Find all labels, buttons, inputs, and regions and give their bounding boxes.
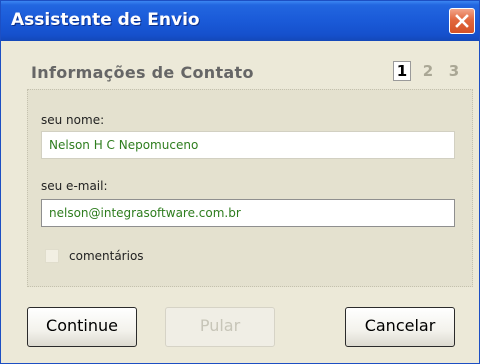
window-title: Assistente de Envio	[11, 10, 200, 30]
close-icon	[455, 14, 469, 28]
title-bar[interactable]: Assistente de Envio	[1, 1, 479, 41]
step-2-indicator: 2	[422, 62, 434, 80]
close-button[interactable]	[449, 8, 475, 34]
section-title: Informações de Contato	[31, 63, 254, 82]
name-label: seu nome:	[41, 113, 105, 127]
skip-button[interactable]: Pular	[165, 307, 275, 347]
comments-checkbox-label[interactable]: comentários	[69, 249, 144, 263]
comments-checkbox[interactable]	[45, 249, 59, 263]
dialog-window: Assistente de Envio Informações de Conta…	[0, 0, 480, 364]
continue-button[interactable]: Continue	[27, 307, 137, 347]
email-input[interactable]: nelson@integrasoftware.com.br	[41, 199, 455, 227]
name-input[interactable]: Nelson H C Nepomuceno	[41, 131, 455, 159]
step-1-indicator: 1	[393, 61, 411, 81]
email-label: seu e-mail:	[41, 179, 108, 193]
step-3-indicator: 3	[448, 62, 460, 80]
cancel-button[interactable]: Cancelar	[345, 307, 455, 347]
